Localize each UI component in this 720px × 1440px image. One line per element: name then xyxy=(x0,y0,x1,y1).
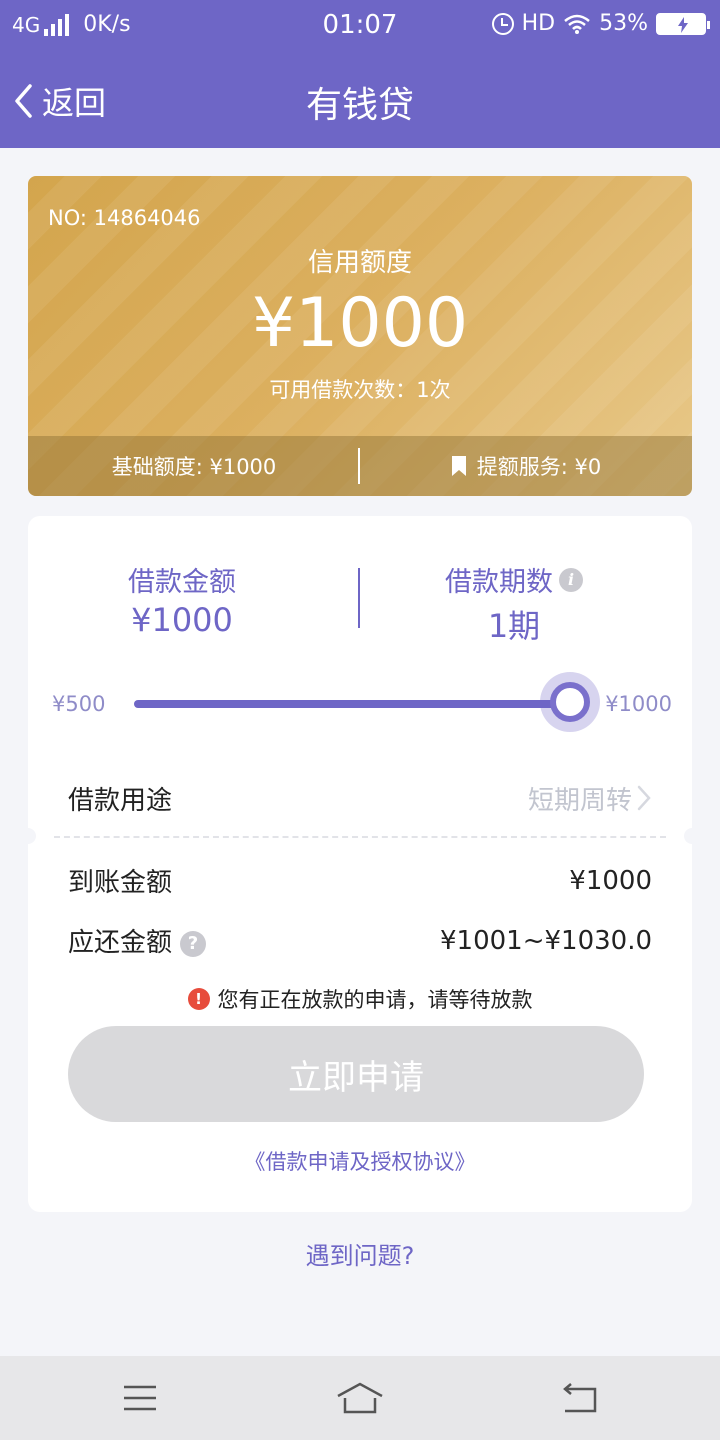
card-number: NO: 14864046 xyxy=(48,206,201,230)
apply-button[interactable]: 立即申请 xyxy=(68,1026,644,1122)
arrive-value: ¥1000 xyxy=(569,865,652,896)
page-title: 有钱贷 xyxy=(305,85,414,126)
loan-amount-value: ¥1000 xyxy=(131,601,233,639)
help-link[interactable]: 遇到问题? xyxy=(0,1236,720,1271)
info-icon[interactable]: i xyxy=(559,567,583,592)
agreement-link[interactable]: 《借款申请及授权协议》 xyxy=(28,1146,692,1176)
loan-term-label: 借款期数 xyxy=(445,567,553,598)
loan-amount-label: 借款金额 xyxy=(128,567,236,598)
arrive-label: 到账金额 xyxy=(68,868,173,898)
loan-purpose-row[interactable]: 借款用途 短期周转 xyxy=(68,778,652,818)
hd-indicator: HD xyxy=(521,11,556,36)
chevron-right-icon xyxy=(637,785,651,811)
question-icon[interactable]: ? xyxy=(180,930,207,957)
card-footer: 基础额度: ¥1000 提额服务: ¥0 xyxy=(28,436,692,496)
footer-divider xyxy=(358,448,360,484)
battery-icon xyxy=(656,12,710,35)
repay-value: ¥1001~¥1030.0 xyxy=(439,925,652,956)
alarm-icon xyxy=(491,12,514,35)
alert-icon: ! xyxy=(187,988,210,1010)
credit-card: NO: 14864046 信用额度 ¥1000 可用借款次数：1次 基础额度: … xyxy=(28,176,692,496)
raise-service: 提额服务: ¥0 xyxy=(360,451,692,481)
base-limit: 基础额度: ¥1000 xyxy=(111,455,277,479)
credit-label: 信用额度 xyxy=(307,248,412,278)
raise-service-label: 提额服务: ¥0 xyxy=(476,455,602,479)
wifi-icon xyxy=(564,14,590,34)
status-bar: 4G 0K/s 01:07 HD 53% xyxy=(0,0,720,50)
system-nav-bar xyxy=(0,1356,720,1440)
menu-button[interactable] xyxy=(110,1378,170,1418)
bookmark-icon xyxy=(451,456,466,476)
home-icon xyxy=(337,1382,383,1414)
loan-term-value: 1期 xyxy=(487,607,541,645)
arrive-amount-row: 到账金额 ¥1000 xyxy=(68,862,652,899)
amount-slider-thumb[interactable] xyxy=(540,672,600,732)
ticket-notch-left xyxy=(20,828,36,844)
repay-label: 应还金额 xyxy=(68,928,173,958)
amount-slider-track[interactable] xyxy=(134,700,570,708)
battery-percent: 53% xyxy=(599,11,648,36)
loan-term-block: 借款期数 i 1期 xyxy=(364,560,664,647)
warning-text: 您有正在放款的申请，请等待放款 xyxy=(217,988,533,1012)
column-divider xyxy=(358,568,360,628)
repay-amount-row: 应还金额? ¥1001~¥1030.0 xyxy=(68,922,652,959)
system-back-button[interactable] xyxy=(550,1378,610,1418)
purpose-label: 借款用途 xyxy=(68,785,173,816)
slider-min-label: ¥500 xyxy=(52,692,106,716)
pending-warning: ! 您有正在放款的申请，请等待放款 xyxy=(28,984,692,1014)
header: 4G 0K/s 01:07 HD 53% 返回 有钱贷 xyxy=(0,0,720,148)
purpose-value: 短期周转 xyxy=(527,785,632,816)
menu-icon xyxy=(124,1385,156,1411)
ticket-notch-right xyxy=(684,828,700,844)
home-button[interactable] xyxy=(330,1378,390,1418)
borrow-times: 可用借款次数：1次 xyxy=(269,378,451,402)
slider-max-label: ¥1000 xyxy=(605,692,672,716)
loan-card: 借款金额 ¥1000 借款期数 i 1期 ¥500 ¥1000 借款用途 短期周… xyxy=(20,516,700,1212)
nav-bar: 返回 有钱贷 xyxy=(0,50,720,148)
credit-amount: ¥1000 xyxy=(251,284,469,363)
loan-amount-block: 借款金额 ¥1000 xyxy=(32,560,332,639)
back-arrow-icon xyxy=(563,1383,597,1413)
dashed-divider xyxy=(54,836,666,838)
